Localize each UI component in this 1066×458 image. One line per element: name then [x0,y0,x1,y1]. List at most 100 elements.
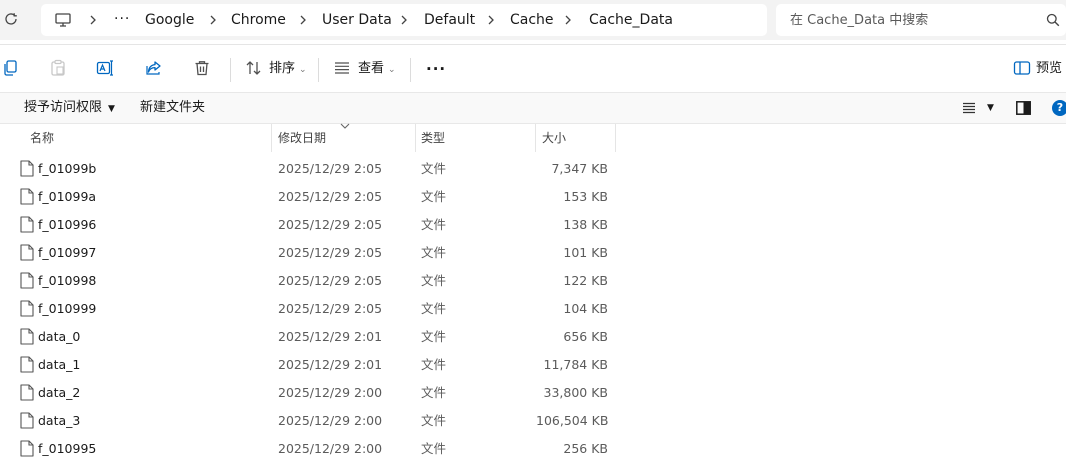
chevron-right-icon [300,15,306,25]
file-type: 文件 [421,413,447,428]
search-box[interactable] [776,4,1066,36]
file-type: 文件 [421,329,447,344]
file-icon [20,300,34,317]
file-name: f_01099a [38,189,97,204]
file-size: 256 KB [563,441,608,456]
grant-access-button[interactable]: 授予访问权限 ▼ [24,93,115,123]
column-header-date[interactable]: 修改日期 [278,124,326,152]
file-row[interactable]: f_01099a 2025/12/29 2:05 文件 153 KB [0,183,640,211]
file-size: 101 KB [563,245,608,260]
preview-pane-icon[interactable] [1013,59,1031,77]
this-pc-icon[interactable] [54,11,72,29]
view-button-label: 查看 [358,61,385,76]
file-row[interactable]: f_010996 2025/12/29 2:05 文件 138 KB [0,211,640,239]
file-type: 文件 [421,189,447,204]
help-icon[interactable]: ? [1052,100,1066,116]
secondary-toolbar: 授予访问权限 ▼ 新建文件夹 ▼ ? [0,92,1066,124]
chevron-right-icon [401,15,407,25]
file-icon [20,440,34,457]
file-row[interactable]: data_3 2025/12/29 2:00 文件 106,504 KB [0,407,640,435]
more-options-button[interactable]: ··· [426,57,446,81]
file-row[interactable]: f_010995 2025/12/29 2:00 文件 256 KB [0,435,640,458]
chevron-right-icon [488,15,494,25]
file-date: 2025/12/29 2:05 [278,273,383,288]
file-type: 文件 [421,217,447,232]
view-button[interactable]: 查看 ⌄ [358,57,396,81]
chevron-down-icon: ⌄ [299,65,307,75]
column-header-type[interactable]: 类型 [421,124,445,152]
file-icon [20,244,34,261]
chevron-right-icon [90,15,96,25]
search-icon[interactable] [1046,13,1060,27]
breadcrumb-item-cache-data[interactable]: Cache_Data [589,4,673,36]
file-type: 文件 [421,245,447,260]
command-bar: 排序 ⌄ 查看 ⌄ ··· 预览 [0,44,1066,92]
file-row[interactable]: data_0 2025/12/29 2:01 文件 656 KB [0,323,640,351]
file-row[interactable]: data_1 2025/12/29 2:01 文件 11,784 KB [0,351,640,379]
column-divider[interactable] [271,124,272,152]
file-icon [20,328,34,345]
preview-button[interactable]: 预览 [1036,57,1062,81]
file-icon [20,188,34,205]
pane-toggle-icon[interactable] [1016,101,1031,115]
chevron-down-icon: ⌄ [388,65,396,75]
chevron-right-icon [565,15,571,25]
details-view-icon[interactable] [962,102,976,114]
file-row[interactable]: f_010998 2025/12/29 2:05 文件 122 KB [0,267,640,295]
grant-access-label: 授予访问权限 [24,100,103,115]
column-divider[interactable] [415,124,416,152]
column-divider[interactable] [535,124,536,152]
breadcrumb-item-cache[interactable]: Cache [510,4,554,36]
file-size: 11,784 KB [543,357,608,372]
breadcrumb-item-chrome[interactable]: Chrome [231,4,286,36]
file-date: 2025/12/29 2:05 [278,245,383,260]
column-divider[interactable] [615,124,616,152]
file-icon [20,384,34,401]
refresh-icon[interactable] [3,11,19,27]
file-icon [20,160,34,177]
sort-descending-icon [340,123,350,129]
file-size: 106,504 KB [536,413,609,428]
new-folder-button[interactable]: 新建文件夹 [140,93,205,123]
file-date: 2025/12/29 2:05 [278,161,383,176]
sort-icon[interactable] [245,59,263,77]
file-date: 2025/12/29 2:01 [278,329,383,344]
breadcrumb-item-google[interactable]: Google [145,4,194,36]
view-icon[interactable] [333,59,351,77]
rename-icon[interactable] [96,59,114,77]
toolbar-divider [230,58,231,82]
copy-icon[interactable] [2,59,20,77]
file-row[interactable]: f_010999 2025/12/29 2:05 文件 104 KB [0,295,640,323]
paste-icon[interactable] [49,59,67,77]
file-name: f_010996 [38,217,97,232]
file-date: 2025/12/29 2:00 [278,441,383,456]
toolbar-divider [410,58,411,82]
file-row[interactable]: data_2 2025/12/29 2:00 文件 33,800 KB [0,379,640,407]
file-type: 文件 [421,161,447,176]
chevron-down-icon[interactable]: ▼ [987,93,994,123]
file-name: data_0 [38,329,81,344]
search-input[interactable] [790,4,1030,36]
file-icon [20,272,34,289]
file-row[interactable]: f_010997 2025/12/29 2:05 文件 101 KB [0,239,640,267]
file-size: 33,800 KB [543,385,608,400]
column-header-size[interactable]: 大小 [542,124,566,152]
file-size: 656 KB [563,329,608,344]
file-date: 2025/12/29 2:01 [278,357,383,372]
file-date: 2025/12/29 2:05 [278,301,383,316]
file-row[interactable]: f_01099b 2025/12/29 2:05 文件 7,347 KB [0,155,640,183]
breadcrumb[interactable]: ··· Google Chrome User Data Default Cach… [41,4,767,36]
column-header-name[interactable]: 名称 [30,124,54,152]
file-name: f_010995 [38,441,97,456]
file-icon [20,412,34,429]
breadcrumb-item-default[interactable]: Default [424,4,475,36]
file-size: 138 KB [563,217,608,232]
sort-button[interactable]: 排序 ⌄ [269,57,307,81]
breadcrumb-item-user-data[interactable]: User Data [322,4,392,36]
file-name: data_2 [38,385,81,400]
delete-icon[interactable] [193,59,211,77]
chevron-right-icon [210,15,216,25]
chevron-down-icon: ▼ [108,104,115,114]
breadcrumb-overflow[interactable]: ··· [114,4,130,36]
share-icon[interactable] [145,59,163,77]
